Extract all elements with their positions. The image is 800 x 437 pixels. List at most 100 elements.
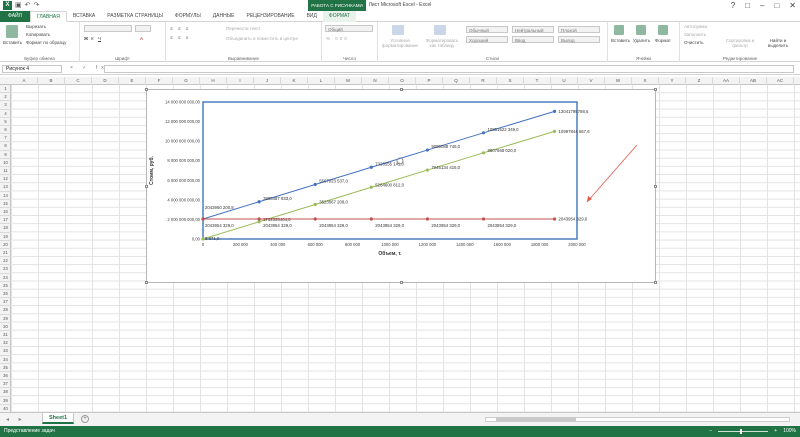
row-header[interactable]: 22 [0, 257, 11, 266]
column-header[interactable]: U [551, 77, 578, 85]
style-input[interactable]: Ввод [512, 36, 554, 43]
zoom-slider[interactable] [718, 429, 769, 434]
row-header[interactable]: 28 [0, 306, 11, 315]
row-header[interactable]: 35 [0, 364, 11, 372]
conditional-format-button[interactable]: Условное форматирование [380, 38, 420, 48]
row-header[interactable]: 11 [0, 167, 11, 176]
row-header[interactable]: 8 [0, 142, 11, 151]
column-header[interactable]: AB [740, 77, 767, 85]
row-header[interactable]: 18 [0, 224, 11, 233]
wrap-text-button[interactable]: Перенести текст [226, 26, 261, 31]
column-header[interactable]: M [335, 77, 362, 85]
tab-8[interactable]: ФОРМАТ [322, 10, 357, 22]
column-header[interactable]: G [173, 77, 200, 85]
row-header[interactable]: 10 [0, 159, 11, 167]
style-bad[interactable]: Плохой [558, 26, 600, 33]
row-header[interactable]: 26 [0, 290, 11, 299]
row-header[interactable]: 34 [0, 356, 11, 364]
resize-handle-br[interactable] [654, 281, 657, 284]
copy-button[interactable]: Копировать [26, 32, 50, 37]
paste-button[interactable]: Вставить [3, 40, 22, 45]
column-header[interactable]: I [227, 77, 254, 85]
autosum-button[interactable]: Автосумма [684, 24, 707, 29]
delete-cells-icon[interactable] [636, 25, 646, 35]
rotate-handle-icon[interactable] [395, 156, 405, 166]
format-cells-button[interactable]: Формат [655, 38, 671, 43]
row-header[interactable]: 23 [0, 265, 11, 274]
resize-handle-tl[interactable] [145, 88, 148, 91]
row-header[interactable]: 20 [0, 241, 11, 249]
row-header[interactable]: 39 [0, 397, 11, 405]
clear-button[interactable]: Очистить [684, 40, 704, 45]
tab-0[interactable]: ФАЙЛ [0, 10, 30, 22]
tab-4[interactable]: ФОРМУЛЫ [169, 11, 207, 22]
font-size-select[interactable] [135, 25, 151, 32]
row-header[interactable]: 13 [0, 183, 11, 192]
column-header[interactable]: P [416, 77, 443, 85]
column-header[interactable]: O [389, 77, 416, 85]
column-header[interactable]: W [605, 77, 632, 85]
resize-handle-l[interactable] [145, 185, 148, 188]
column-header[interactable]: N [362, 77, 389, 85]
row-header[interactable]: 38 [0, 388, 11, 397]
column-header[interactable]: E [119, 77, 146, 85]
format-cells-icon[interactable] [658, 25, 668, 35]
row-header[interactable]: 4 [0, 110, 11, 118]
row-header[interactable]: 24 [0, 274, 11, 282]
row-header[interactable]: 21 [0, 249, 11, 258]
percent-icon[interactable]: % 000 [326, 36, 349, 41]
resize-handle-bl[interactable] [145, 281, 148, 284]
row-header[interactable]: 17 [0, 216, 11, 225]
paste-icon[interactable] [6, 25, 18, 38]
italic-icon[interactable]: К [91, 36, 94, 41]
formula-input[interactable] [104, 65, 794, 73]
add-sheet-icon[interactable]: + [81, 415, 89, 423]
align-top-icon[interactable]: ≡ ≡ ≡ [170, 26, 190, 31]
bold-icon[interactable]: Ж [84, 36, 88, 41]
close-icon[interactable]: ✕ [789, 0, 796, 11]
sheet-tab[interactable]: Sheet1 [42, 413, 75, 424]
maximize-icon[interactable]: □ [774, 0, 779, 11]
formula-buttons[interactable]: × ✓ fx [70, 65, 108, 71]
style-neutral[interactable]: Нейтральный [512, 26, 554, 33]
column-header[interactable]: AA [713, 77, 740, 85]
format-painter-button[interactable]: Формат по образцу [26, 40, 66, 45]
row-header[interactable]: 33 [0, 347, 11, 356]
column-header[interactable]: D [92, 77, 119, 85]
merge-center-button[interactable]: Объединить и поместить в центре [226, 36, 298, 41]
tab-5[interactable]: ДАННЫЕ [207, 11, 241, 22]
tab-1[interactable]: ГЛАВНАЯ [29, 10, 67, 22]
sort-filter-button[interactable]: Сортировка и фильтр [722, 38, 758, 48]
save-icon[interactable]: ▣ [15, 1, 22, 10]
style-output[interactable]: Вывод [558, 36, 600, 43]
column-header[interactable]: B [38, 77, 65, 85]
number-format-select[interactable]: Общий [325, 25, 373, 32]
ribbon-display-icon[interactable]: □ [745, 0, 750, 11]
scroll-thumb[interactable] [496, 418, 576, 421]
delete-cells-button[interactable]: Удалить [633, 38, 650, 43]
column-header[interactable]: R [470, 77, 497, 85]
name-box[interactable]: Рисунок 4 [2, 65, 62, 73]
sheet-nav-arrows[interactable]: ◂ ▸ [6, 416, 26, 423]
row-header[interactable]: 1 [0, 85, 11, 94]
align-left-icon[interactable]: ≡ ≡ ≡ [170, 35, 190, 40]
row-header[interactable]: 25 [0, 282, 11, 290]
row-header[interactable]: 40 [0, 405, 11, 412]
resize-handle-tr[interactable] [654, 88, 657, 91]
row-header[interactable]: 3 [0, 101, 11, 110]
row-header[interactable]: 6 [0, 126, 11, 135]
column-header[interactable]: Z [686, 77, 713, 85]
insert-cells-button[interactable]: Вставить [611, 38, 630, 43]
row-header[interactable]: 5 [0, 118, 11, 126]
conditional-format-icon[interactable] [392, 25, 404, 35]
horizontal-scrollbar[interactable] [485, 417, 790, 422]
row-header[interactable]: 29 [0, 315, 11, 323]
underline-icon[interactable]: Ч [98, 36, 101, 41]
row-header[interactable]: 27 [0, 298, 11, 307]
help-icon[interactable]: ? [731, 0, 735, 11]
row-header[interactable]: 16 [0, 208, 11, 217]
column-header[interactable]: S [497, 77, 524, 85]
row-header[interactable]: 32 [0, 339, 11, 348]
style-normal[interactable]: Обычный [466, 26, 508, 33]
resize-handle-r[interactable] [654, 185, 657, 188]
